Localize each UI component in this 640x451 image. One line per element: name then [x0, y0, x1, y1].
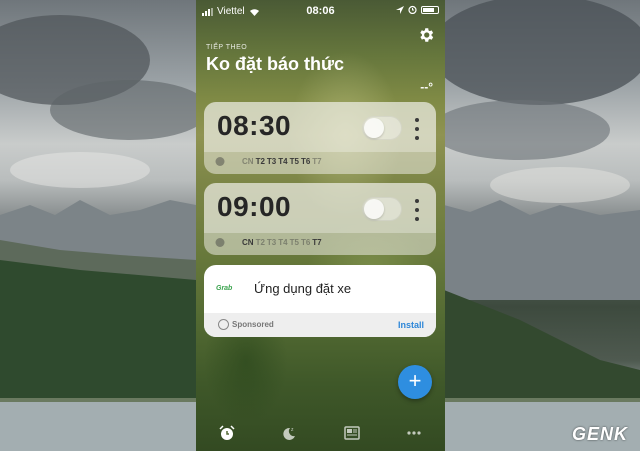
genk-watermark: GENK	[571, 424, 628, 444]
day-label: T5	[289, 156, 299, 166]
add-alarm-button[interactable]: +	[398, 365, 432, 399]
battery-icon	[421, 5, 439, 14]
ad-title[interactable]: Ứng dụng đặt xe	[254, 281, 351, 296]
install-button[interactable]: Install	[398, 320, 424, 330]
day-label: T6	[300, 237, 311, 247]
alarm-card[interactable]: 09:00 CN T2 T3 T4 T5 T6 T7	[204, 183, 436, 255]
next-alarm-title: Ko đặt báo thức	[206, 54, 345, 74]
alarm-more-icon[interactable]	[414, 199, 420, 221]
svg-text:z: z	[291, 427, 294, 433]
alarm-status-icon	[408, 5, 417, 14]
alarm-icon	[219, 425, 235, 440]
day-label: T4	[278, 156, 288, 166]
tab-sleep[interactable]: z	[279, 423, 299, 443]
ad-footer: Sponsored Install	[204, 313, 436, 337]
sponsored-label: Sponsored	[232, 320, 274, 329]
day-label: T7	[312, 237, 322, 247]
alarm-time[interactable]: 08:30	[217, 110, 291, 142]
alarm-days: CN T2 T3 T4 T5 T6 T7	[214, 236, 322, 248]
news-icon	[343, 426, 360, 440]
sponsored-icon	[218, 319, 229, 330]
day-label: T4	[278, 237, 288, 247]
alarm-time[interactable]: 09:00	[217, 191, 291, 223]
alarm-bell-icon	[215, 238, 225, 247]
alarm-card[interactable]: 08:30 CN T2 T3 T4 T5 T6 T7	[204, 102, 436, 174]
settings-gear-icon[interactable]	[417, 26, 435, 44]
day-label: T7	[312, 156, 322, 166]
alarm-bell-icon	[215, 157, 225, 166]
day-label: CN	[242, 237, 254, 247]
more-icon	[407, 431, 421, 435]
day-label: T3	[266, 237, 277, 247]
tab-more[interactable]	[404, 423, 424, 443]
weather-temperature: --°	[420, 80, 433, 94]
day-label: T6	[300, 156, 311, 166]
next-alarm-label: TIẾP THEO	[206, 44, 248, 51]
alarm-toggle[interactable]	[362, 116, 402, 140]
location-icon	[396, 5, 404, 14]
tab-alarm[interactable]	[217, 423, 237, 443]
alarm-days: CN T2 T3 T4 T5 T6 T7	[214, 155, 322, 167]
alarm-toggle[interactable]	[362, 197, 402, 221]
day-label: T5	[289, 237, 299, 247]
phone-screen: Viettel 08:06 TIẾP THEO Ko đặt báo thức …	[196, 0, 445, 451]
sleep-icon: z	[283, 427, 296, 440]
day-label: T3	[266, 156, 277, 166]
tab-news[interactable]	[342, 423, 362, 443]
day-label: T2	[255, 156, 265, 166]
grab-logo: Grab	[216, 285, 233, 292]
day-label: CN	[242, 156, 254, 166]
tab-bar: z	[196, 415, 445, 451]
alarm-more-icon[interactable]	[414, 118, 420, 140]
day-label: T2	[255, 237, 265, 247]
sponsored-ad-card[interactable]: Grab Ứng dụng đặt xe Sponsored Install	[204, 265, 436, 337]
status-bar: Viettel 08:06	[196, 0, 445, 22]
